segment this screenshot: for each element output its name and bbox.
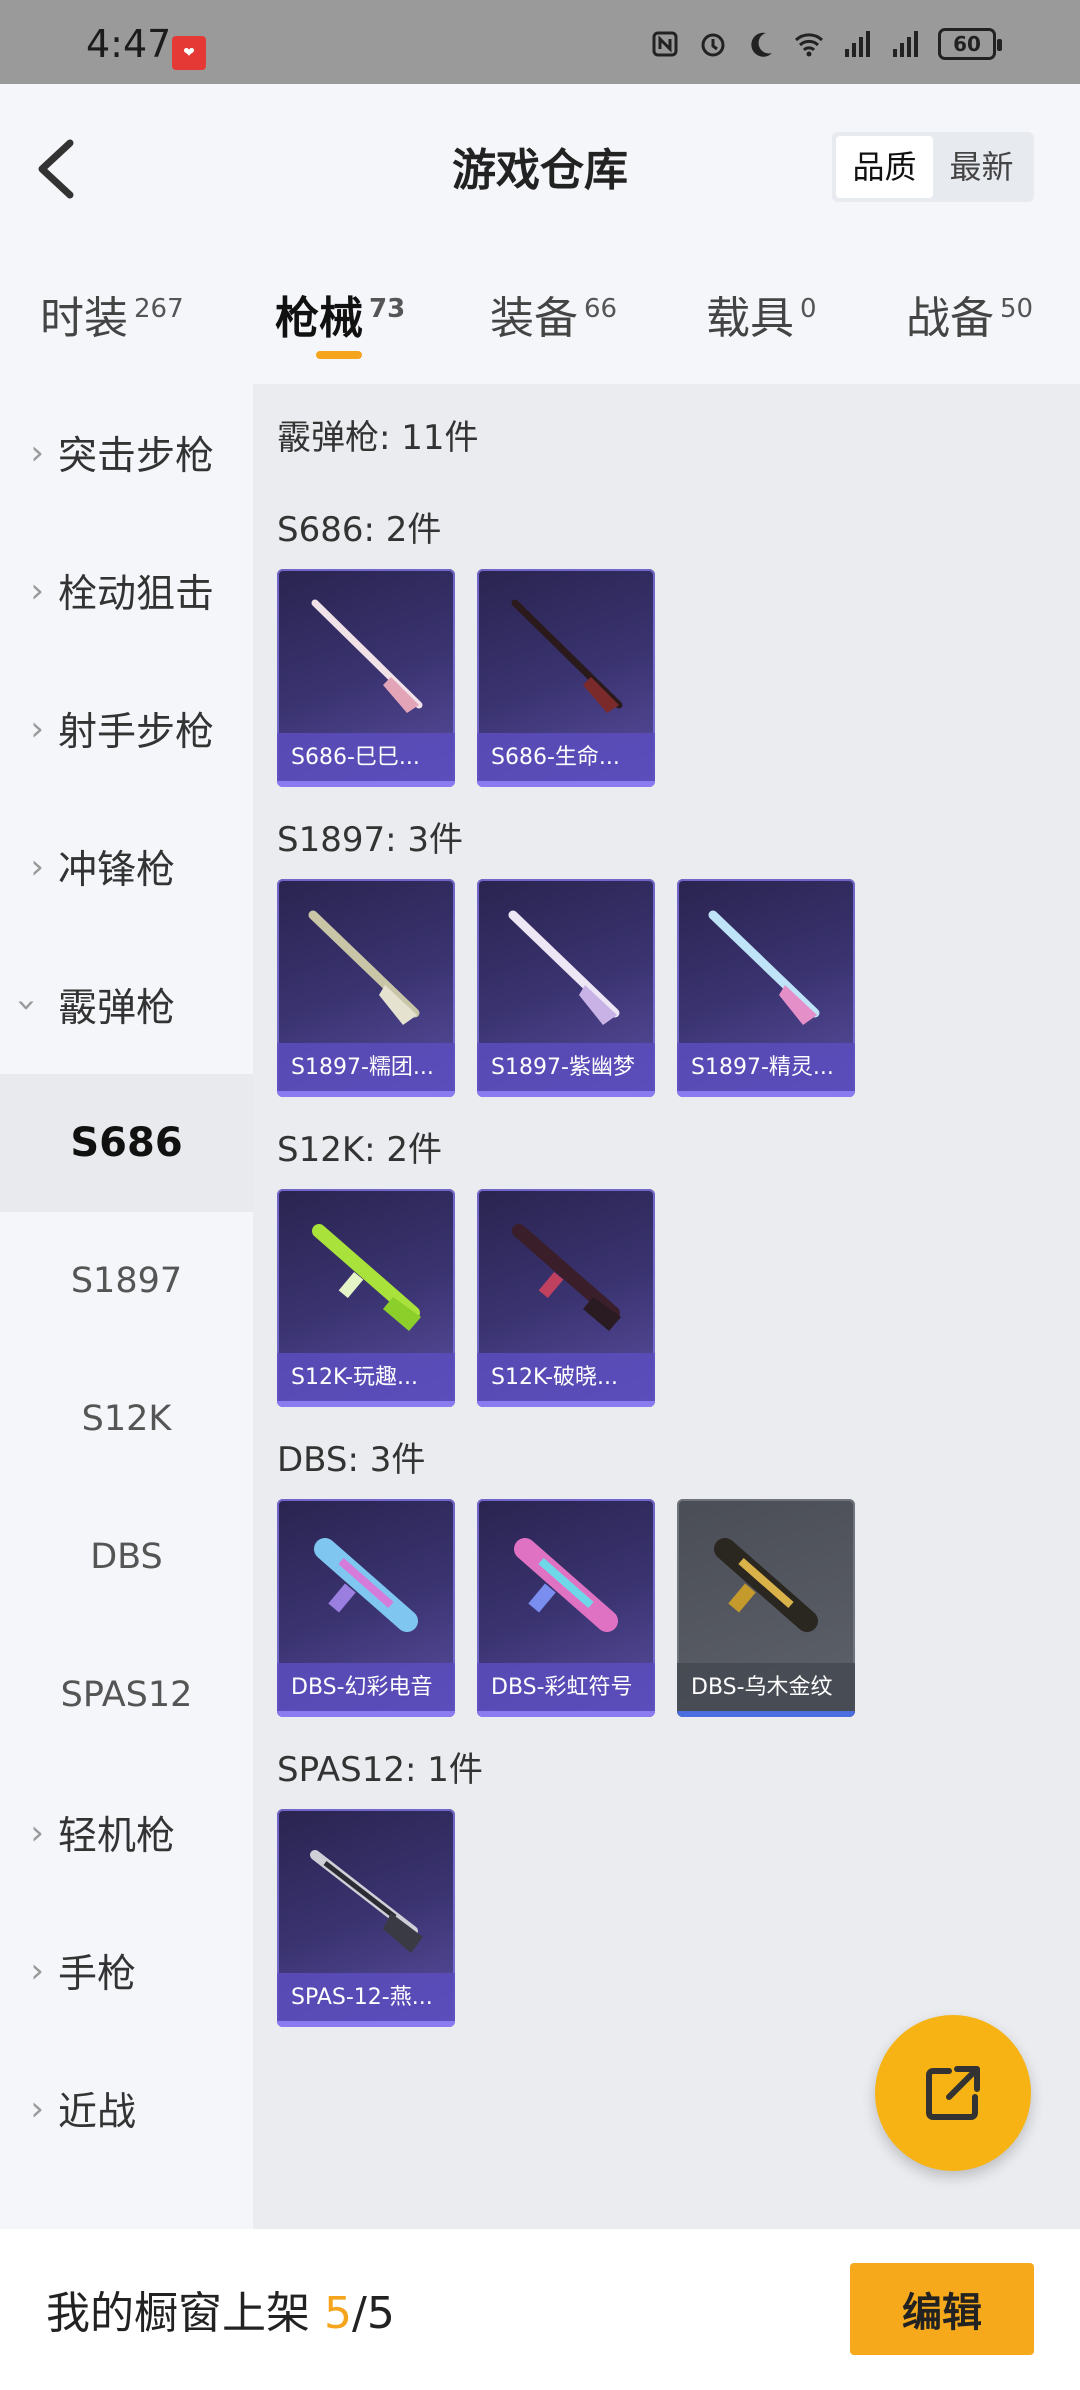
item-card[interactable]: S12K-破晓... (477, 1189, 655, 1407)
showcase-status: 我的橱窗上架 5/5 (46, 2288, 395, 2339)
chevron-down-icon: › (7, 998, 47, 1012)
category-tabs: 时装 267 枪械 73 装备 66 载具 0 战备 50 (0, 278, 1080, 378)
nav-smg[interactable]: › 冲锋枪 (0, 798, 253, 936)
edit-button[interactable]: 编辑 (850, 2263, 1034, 2355)
nav-sub-s1897[interactable]: S1897 (0, 1212, 253, 1350)
item-card[interactable]: S1897-精灵... (677, 879, 855, 1097)
nav-bolt-sniper[interactable]: › 栓动狙击 (0, 522, 253, 660)
battery-icon: 60 (938, 28, 1002, 60)
nav-shotgun[interactable]: › 霰弹枪 (0, 936, 253, 1074)
nav-melee[interactable]: › 近战 (0, 2040, 253, 2178)
bottom-bar: 我的橱窗上架 5/5 编辑 (0, 2229, 1080, 2390)
chevron-right-icon: › (30, 433, 44, 473)
item-name: DBS-彩虹符号 (477, 1663, 655, 1717)
shotgun-icon (514, 1538, 618, 1632)
category-summary: 霰弹枪: 11件 (277, 418, 479, 458)
tab-weapons[interactable]: 枪械 73 (275, 282, 405, 346)
tab-supplies[interactable]: 战备 50 (906, 282, 1033, 346)
item-name: SPAS-12-燕... (277, 1973, 455, 2027)
nav-sub-dbs[interactable]: DBS (0, 1488, 253, 1626)
group-title-dbs: DBS: 3件 (277, 1440, 426, 1480)
item-name: S12K-破晓... (477, 1353, 655, 1407)
sort-quality-button[interactable]: 品质 (836, 136, 933, 198)
shotgun-icon (708, 910, 820, 1025)
nav-sub-spas12[interactable]: SPAS12 (0, 1626, 253, 1764)
shotgun-icon (512, 1224, 621, 1331)
item-card[interactable]: S12K-玩趣... (277, 1189, 455, 1407)
nav-marksman-rifle[interactable]: › 射手步枪 (0, 660, 253, 798)
active-tab-indicator (316, 351, 362, 359)
nav-lmg[interactable]: › 轻机枪 (0, 1764, 253, 1902)
group-title-spas12: SPAS12: 1件 (277, 1750, 483, 1790)
group-title-s12k: S12K: 2件 (277, 1130, 443, 1170)
nav-pistol[interactable]: › 手枪 (0, 1902, 253, 2040)
item-card[interactable]: DBS-乌木金纹 (677, 1499, 855, 1717)
status-bar: 4:47 ❤ 60 (0, 0, 1080, 84)
item-card[interactable]: S686-生命... (477, 569, 655, 787)
item-name: S1897-糯团... (277, 1043, 455, 1097)
shotgun-icon (508, 910, 620, 1025)
item-card[interactable]: SPAS-12-燕... (277, 1809, 455, 2027)
item-card[interactable]: S1897-紫幽梦 (477, 879, 655, 1097)
item-card[interactable]: DBS-幻彩电音 (277, 1499, 455, 1717)
signal-icon (845, 31, 870, 57)
chevron-right-icon: › (30, 1813, 44, 1853)
sort-toggle: 品质 最新 (832, 132, 1034, 202)
alarm-icon (701, 33, 725, 57)
nav-sub-s686[interactable]: S686 (0, 1074, 253, 1212)
shotgun-icon (714, 1538, 818, 1632)
moon-icon (751, 32, 772, 57)
shotgun-icon (312, 1224, 421, 1331)
shotgun-icon (308, 910, 420, 1025)
item-card[interactable]: S686-巳巳... (277, 569, 455, 787)
shotgun-icon (314, 1538, 418, 1632)
item-name: S12K-玩趣... (277, 1353, 455, 1407)
item-name: DBS-幻彩电音 (277, 1663, 455, 1717)
status-time: 4:47 (86, 22, 172, 66)
item-card[interactable]: DBS-彩虹符号 (477, 1499, 655, 1717)
shotgun-icon (511, 599, 623, 713)
nav-sub-s12k[interactable]: S12K (0, 1350, 253, 1488)
chevron-right-icon: › (30, 2089, 44, 2129)
app-notification-icon: ❤ (172, 36, 206, 70)
tab-vehicles[interactable]: 载具 0 (706, 282, 817, 346)
nav-assault-rifle[interactable]: › 突击步枪 (0, 384, 253, 522)
share-fab-button[interactable] (875, 2015, 1031, 2171)
shotgun-icon (311, 599, 423, 713)
item-name: DBS-乌木金纹 (677, 1663, 855, 1717)
wifi-icon (794, 33, 824, 57)
item-name: S1897-紫幽梦 (477, 1043, 655, 1097)
item-name: S686-生命... (477, 733, 655, 787)
weapon-category-nav: › 突击步枪 › 栓动狙击 › 射手步枪 › 冲锋枪 › 霰弹枪 S686 S1… (0, 384, 253, 2229)
nfc-icon (652, 31, 678, 57)
item-grid-panel[interactable]: 霰弹枪: 11件 S686: 2件 S686-巳巳... S686-生命... … (253, 384, 1080, 2229)
group-title-s1897: S1897: 3件 (277, 820, 464, 860)
chevron-right-icon: › (30, 709, 44, 749)
tab-fashion[interactable]: 时装 267 (40, 282, 184, 346)
tab-equipment[interactable]: 装备 66 (490, 282, 617, 346)
sort-newest-button[interactable]: 最新 (933, 136, 1030, 198)
chevron-right-icon: › (30, 1951, 44, 1991)
chevron-right-icon: › (30, 571, 44, 611)
group-title-s686: S686: 2件 (277, 510, 442, 550)
item-name: S1897-精灵... (677, 1043, 855, 1097)
shotgun-icon (310, 1850, 423, 1953)
item-name: S686-巳巳... (277, 733, 455, 787)
item-card[interactable]: S1897-糯团... (277, 879, 455, 1097)
system-icons: 60 (650, 28, 1002, 60)
chevron-right-icon: › (30, 847, 44, 887)
share-external-icon (926, 2066, 980, 2120)
signal-icon-2 (893, 31, 918, 57)
